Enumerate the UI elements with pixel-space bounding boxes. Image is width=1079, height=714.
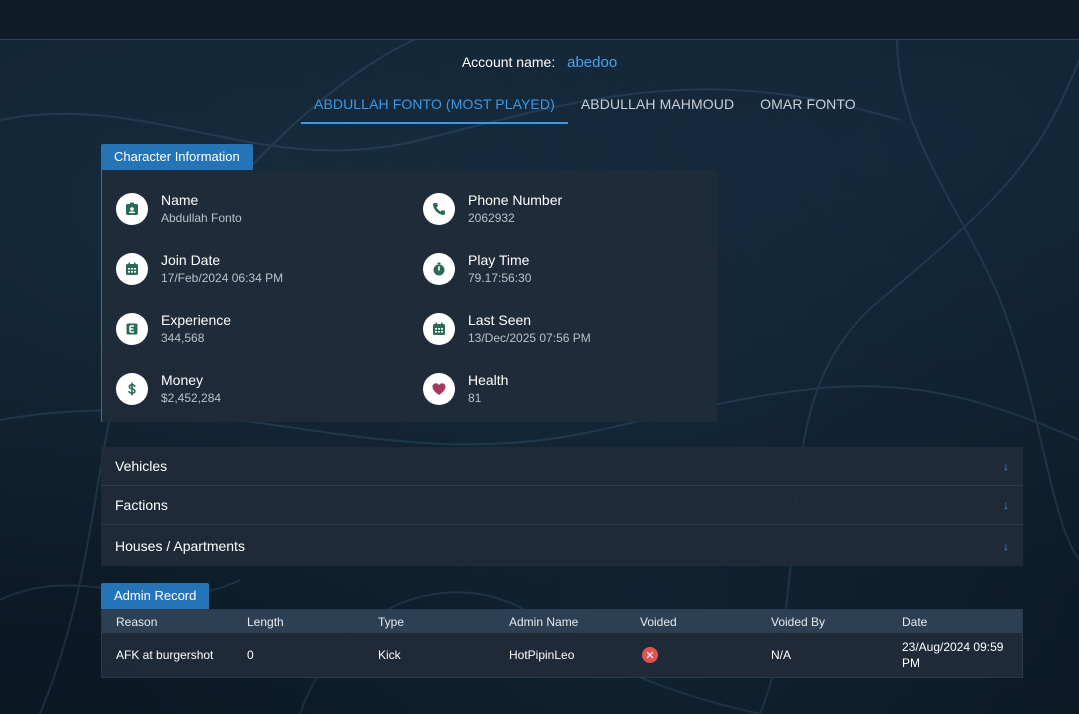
stat-last-seen-label: Last Seen — [468, 312, 532, 328]
id-badge-icon — [116, 193, 148, 225]
character-tabs: ABDULLAH FONTO (MOST PLAYED) ABDULLAH MA… — [301, 86, 869, 124]
date-cell: 23/Aug/2024 09:59 PM — [902, 640, 1004, 670]
stat-experience-value: 344,568 — [161, 331, 205, 345]
stat-phone-label: Phone Number — [468, 192, 563, 208]
stat-health-label: Health — [468, 372, 509, 388]
reason-cell: AFK at burgershot — [116, 648, 214, 662]
column-header-length: Length — [247, 614, 284, 629]
x-circle-icon: ✕ — [642, 647, 658, 663]
stat-last-seen-value: 13/Dec/2025 07:56 PM — [468, 331, 591, 345]
column-header-voided: Voided — [640, 614, 677, 629]
vehicles-section[interactable]: Vehicles ↓ — [101, 447, 1023, 486]
admin-record-table: Reason Length Type Admin Name Voided Voi… — [101, 609, 1023, 678]
stat-phone-number: Phone Number 2062932 — [423, 191, 562, 227]
experience-icon — [116, 313, 148, 345]
stat-experience-label: Experience — [161, 312, 232, 328]
factions-section-label: Factions — [115, 497, 168, 513]
table-row: AFK at burgershot 0 Kick HotPipinLeo ✕ N… — [102, 633, 1022, 677]
stat-join-date-value: 17/Feb/2024 06:34 PM — [161, 271, 284, 285]
calendar-icon — [423, 313, 455, 345]
account-name: Account name: abedoo — [0, 54, 1079, 71]
dollar-icon — [116, 373, 148, 405]
voided-cell: ✕ — [626, 647, 757, 663]
stat-play-time: Play Time 79.17:56:30 — [423, 251, 531, 287]
column-header-reason: Reason — [116, 614, 158, 629]
arrow-down-icon: ↓ — [1003, 498, 1009, 512]
table-header: Reason Length Type Admin Name Voided Voi… — [102, 610, 1022, 633]
stat-phone-value: 2062932 — [468, 211, 515, 225]
tab-abdullah-fonto[interactable]: ABDULLAH FONTO (MOST PLAYED) — [301, 86, 568, 124]
stat-name: Name Abdullah Fonto — [116, 191, 242, 227]
admin-record-header: Admin Record — [101, 583, 210, 609]
factions-section[interactable]: Factions ↓ — [101, 486, 1023, 525]
tab-omar-fonto[interactable]: OMAR FONTO — [747, 86, 869, 124]
column-header-admin-name: Admin Name — [509, 614, 579, 629]
column-header-type: Type — [378, 614, 405, 629]
stat-join-date: Join Date 17/Feb/2024 06:34 PM — [116, 251, 283, 287]
stat-last-seen: Last Seen 13/Dec/2025 07:56 PM — [423, 311, 591, 347]
account-name-label: Account name: — [461, 54, 556, 70]
column-header-voided-by: Voided By — [771, 614, 826, 629]
stopwatch-icon — [423, 253, 455, 285]
stat-play-time-value: 79.17:56:30 — [468, 271, 532, 285]
type-cell: Kick — [378, 648, 401, 662]
character-information-panel: Name Abdullah Fonto Phone Number 2062932… — [101, 170, 717, 422]
stat-name-value: Abdullah Fonto — [161, 211, 242, 225]
stat-health: Health 81 — [423, 371, 508, 407]
sections-accordion: Vehicles ↓ Factions ↓ Houses / Apartment… — [101, 447, 1023, 566]
length-cell: 0 — [247, 648, 254, 662]
stat-money-value: $2,452,284 — [161, 391, 222, 405]
tab-abdullah-mahmoud[interactable]: ABDULLAH MAHMOUD — [568, 86, 747, 124]
phone-icon — [423, 193, 455, 225]
voided-by-cell: N/A — [771, 648, 792, 662]
stat-play-time-label: Play Time — [468, 252, 530, 268]
arrow-down-icon: ↓ — [1003, 459, 1009, 473]
admin-name-cell: HotPipinLeo — [509, 648, 575, 662]
stat-join-date-label: Join Date — [161, 252, 221, 268]
vehicles-section-label: Vehicles — [115, 458, 168, 474]
calendar-icon — [116, 253, 148, 285]
houses-apartments-section[interactable]: Houses / Apartments ↓ — [101, 525, 1023, 566]
stat-money: Money $2,452,284 — [116, 371, 221, 407]
top-bar — [0, 0, 1079, 40]
stat-experience: Experience 344,568 — [116, 311, 231, 347]
heart-icon — [423, 373, 455, 405]
stat-money-label: Money — [161, 372, 204, 388]
stat-name-label: Name — [161, 192, 199, 208]
stat-health-value: 81 — [468, 391, 482, 405]
account-name-value: abedoo — [567, 54, 618, 71]
arrow-down-icon: ↓ — [1003, 538, 1009, 553]
character-information-header: Character Information — [101, 144, 253, 170]
column-header-date: Date — [902, 614, 928, 629]
houses-apartments-section-label: Houses / Apartments — [115, 537, 245, 554]
